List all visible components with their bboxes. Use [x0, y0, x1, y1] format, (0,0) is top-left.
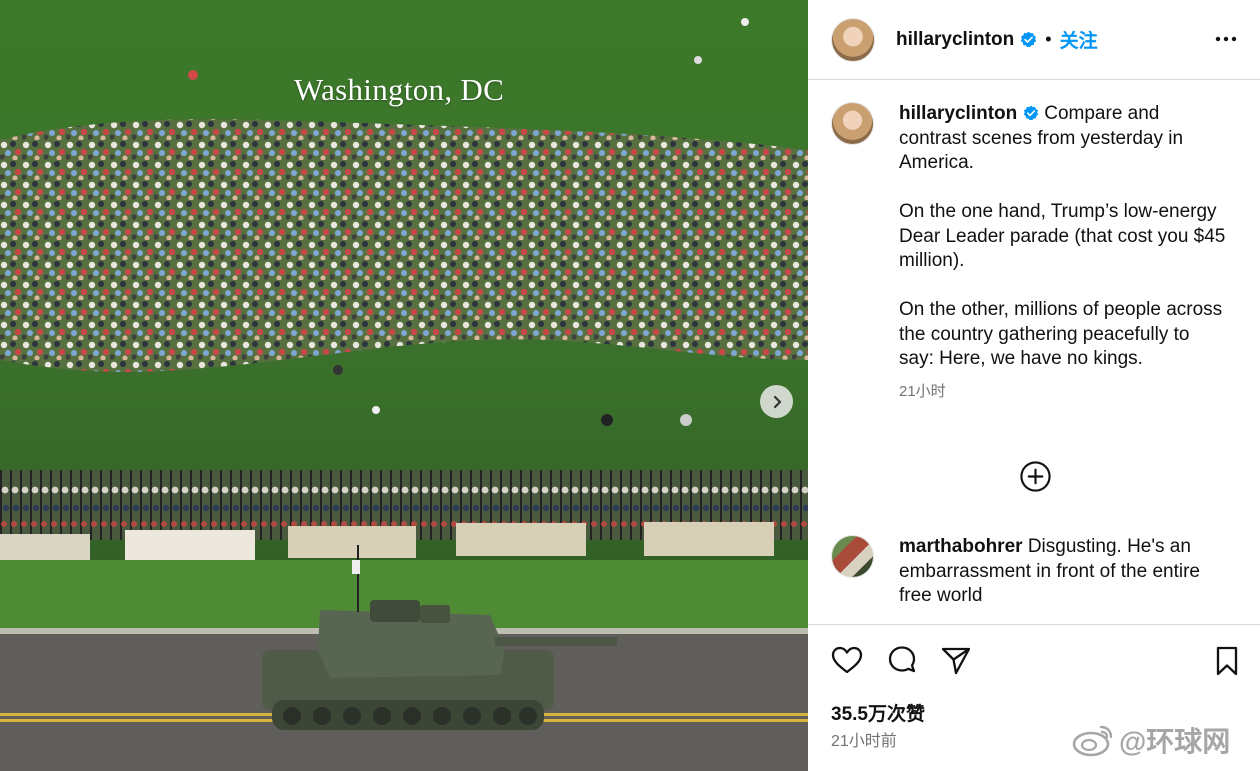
header-separator: •	[1045, 29, 1052, 49]
location-overlay-text: Washington, DC	[294, 72, 505, 107]
comments-section[interactable]: hillaryclinton Compare and contrast scen…	[808, 80, 1260, 624]
comment-body: marthabohrer Disgusting. He's an embarra…	[899, 535, 1229, 609]
author-avatar[interactable]	[831, 17, 875, 62]
comment-icon[interactable]	[885, 644, 919, 678]
caption-avatar[interactable]	[831, 102, 874, 145]
caption-time[interactable]: 21小时	[899, 380, 1229, 405]
next-media-button[interactable]	[760, 385, 793, 418]
commenter-username[interactable]: marthabohrer	[899, 536, 1023, 557]
watermark-text: @环球网	[1119, 726, 1231, 757]
caption-entry: hillaryclinton Compare and contrast scen…	[831, 102, 1229, 404]
action-bar: 35.5万次赞 21小时前 @环球网	[808, 624, 1260, 771]
verified-badge-icon	[1024, 105, 1039, 121]
author-username[interactable]: hillaryclinton	[896, 29, 1014, 51]
caption-text-block: hillaryclinton Compare and contrast scen…	[899, 102, 1229, 372]
chevron-right-icon	[773, 395, 781, 408]
likes-count[interactable]: 35.5万次赞	[831, 699, 925, 726]
comment-item: marthabohrer Disgusting. He's an embarra…	[831, 535, 1229, 609]
caption-username[interactable]: hillaryclinton	[899, 103, 1017, 124]
commenter-avatar[interactable]	[831, 535, 874, 578]
caption-body: hillaryclinton Compare and contrast scen…	[899, 102, 1229, 404]
post-details-panel: hillaryclinton • 关注 hillaryclinton Compa…	[808, 0, 1260, 771]
weibo-logo-icon	[1072, 725, 1113, 757]
more-horizontal-icon[interactable]	[1214, 27, 1238, 51]
heart-icon[interactable]	[830, 644, 864, 678]
caption-text: Compare and contrast scenes from yesterd…	[899, 103, 1226, 369]
bookmark-icon[interactable]	[1210, 644, 1244, 678]
aerial-parade-photo	[0, 0, 808, 771]
plus-circle-icon[interactable]	[1019, 460, 1052, 493]
watermark: @环球网	[1071, 720, 1230, 760]
post-header: hillaryclinton • 关注	[808, 0, 1260, 80]
post-media[interactable]: Washington, DC	[0, 0, 808, 771]
follow-button[interactable]: 关注	[1060, 26, 1098, 53]
send-icon[interactable]	[939, 644, 973, 678]
post-timestamp[interactable]: 21小时前	[831, 727, 897, 751]
verified-badge-icon	[1021, 31, 1037, 48]
